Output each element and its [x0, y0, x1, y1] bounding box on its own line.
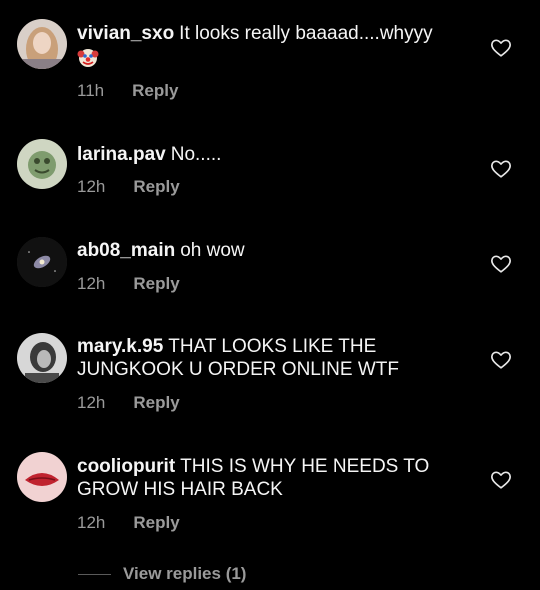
- comment-username[interactable]: mary.k.95: [77, 336, 163, 357]
- comment-time: 12h: [77, 177, 106, 196]
- like-heart-icon[interactable]: [490, 469, 512, 491]
- comment-time: 11h: [77, 81, 105, 100]
- comment-time: 12h: [77, 513, 106, 532]
- comment-time: 12h: [77, 274, 106, 293]
- reply-button[interactable]: Reply: [133, 513, 179, 532]
- avatar[interactable]: [17, 452, 67, 502]
- reply-button[interactable]: Reply: [133, 393, 179, 412]
- like-heart-icon[interactable]: [490, 158, 512, 180]
- reply-button[interactable]: Reply: [133, 177, 179, 196]
- clown-emoji-icon: [77, 46, 99, 68]
- comment-text: oh wow: [180, 240, 245, 261]
- comment-text: No.....: [170, 144, 222, 165]
- comment-username[interactable]: vivian_sxo: [77, 23, 174, 44]
- reply-button[interactable]: Reply: [133, 274, 179, 293]
- comment-username[interactable]: larina.pav: [77, 144, 166, 165]
- view-replies-button[interactable]: View replies (1): [78, 564, 246, 586]
- comment-time: 12h: [77, 393, 106, 412]
- avatar[interactable]: [17, 139, 67, 189]
- reply-button[interactable]: Reply: [132, 81, 178, 100]
- like-heart-icon[interactable]: [490, 349, 512, 371]
- avatar[interactable]: [17, 333, 67, 383]
- like-heart-icon[interactable]: [490, 37, 512, 59]
- divider-line: [78, 574, 111, 576]
- comment-username[interactable]: cooliopurit: [77, 456, 175, 477]
- comment-username[interactable]: ab08_main: [77, 240, 175, 261]
- like-heart-icon[interactable]: [490, 253, 512, 275]
- view-replies-label[interactable]: View replies (1): [123, 564, 246, 583]
- comment-text: It looks really baaaad....whyyy: [179, 23, 433, 44]
- avatar[interactable]: [17, 237, 67, 287]
- avatar[interactable]: [17, 19, 67, 69]
